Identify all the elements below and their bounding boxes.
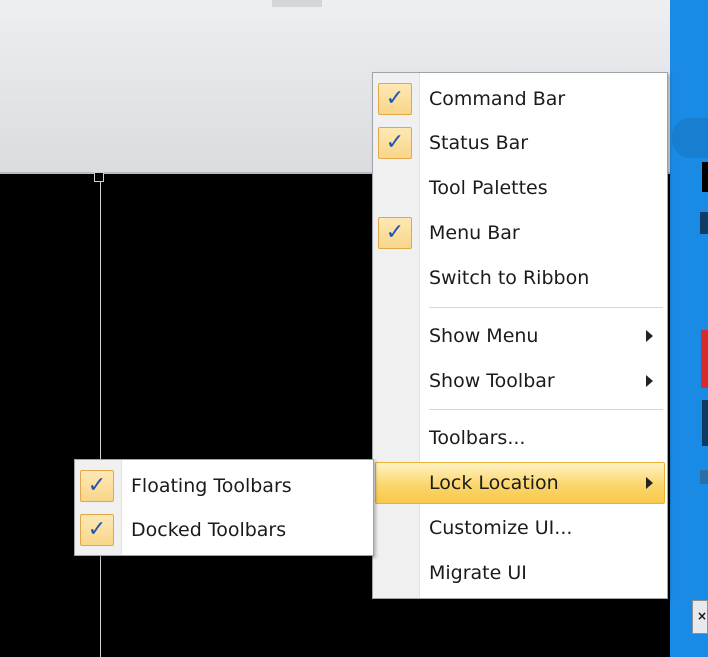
- menu-item-show-menu[interactable]: Show Menu: [373, 314, 667, 358]
- checkmark-icon: ✓: [80, 470, 114, 502]
- menu-item-label: Docked Toolbars: [131, 519, 287, 541]
- menu-item-label: Tool Palettes: [429, 177, 548, 199]
- menu-item-label: Menu Bar: [429, 222, 520, 244]
- menu-item-label: Customize UI...: [429, 517, 573, 539]
- menu-item-docked-toolbars[interactable]: ✓ Docked Toolbars: [75, 508, 373, 552]
- ribbon-tab-stub: [272, 0, 322, 7]
- close-icon[interactable]: ×: [692, 600, 708, 634]
- crosshair-pickbox: [94, 172, 104, 182]
- menu-item-label: Migrate UI: [429, 562, 527, 584]
- side-panel-edge-shape: [672, 118, 708, 158]
- checkmark-icon: ✓: [378, 127, 412, 159]
- context-menu: ✓ Command Bar ✓ Status Bar Tool Palettes…: [372, 72, 668, 599]
- menu-item-label: Toolbars...: [429, 427, 526, 449]
- menu-separator: [429, 307, 663, 308]
- menu-item-lock-location[interactable]: Lock Location: [373, 461, 667, 505]
- side-panel-red-mark: [701, 330, 708, 388]
- menu-item-tool-palettes[interactable]: Tool Palettes: [373, 166, 667, 210]
- submenu-arrow-icon: [646, 375, 653, 387]
- menu-item-customize-ui[interactable]: Customize UI...: [373, 506, 667, 550]
- side-panel-edge-mark: [702, 162, 708, 192]
- menu-item-label: Show Toolbar: [429, 370, 555, 392]
- side-panel: [670, 0, 708, 657]
- menu-item-floating-toolbars[interactable]: ✓ Floating Toolbars: [75, 464, 373, 508]
- menu-separator: [429, 409, 663, 410]
- menu-item-show-toolbar[interactable]: Show Toolbar: [373, 359, 667, 403]
- menu-item-switch-to-ribbon[interactable]: Switch to Ribbon: [373, 256, 667, 300]
- lock-location-submenu: ✓ Floating Toolbars ✓ Docked Toolbars: [74, 459, 374, 556]
- menu-item-label: Show Menu: [429, 325, 539, 347]
- side-panel-edge-mark: [700, 212, 708, 234]
- menu-item-status-bar[interactable]: ✓ Status Bar: [373, 121, 667, 165]
- menu-item-label: Command Bar: [429, 88, 566, 110]
- menu-item-menu-bar[interactable]: ✓ Menu Bar: [373, 211, 667, 255]
- checkmark-icon: ✓: [378, 217, 412, 249]
- checkmark-icon: ✓: [80, 514, 114, 546]
- submenu-arrow-icon: [646, 330, 653, 342]
- submenu-arrow-icon: [646, 477, 653, 489]
- menu-item-toolbars[interactable]: Toolbars...: [373, 416, 667, 460]
- checkmark-icon: ✓: [378, 83, 412, 115]
- side-panel-edge-mark: [700, 470, 708, 484]
- menu-item-label: Floating Toolbars: [131, 475, 292, 497]
- menu-item-label: Switch to Ribbon: [429, 267, 590, 289]
- menu-item-migrate-ui[interactable]: Migrate UI: [373, 551, 667, 595]
- menu-item-label: Status Bar: [429, 132, 529, 154]
- side-panel-edge-mark: [702, 400, 708, 446]
- menu-item-command-bar[interactable]: ✓ Command Bar: [373, 77, 667, 121]
- canvas-crosshair-line: [100, 178, 101, 657]
- menu-item-label: Lock Location: [429, 472, 559, 494]
